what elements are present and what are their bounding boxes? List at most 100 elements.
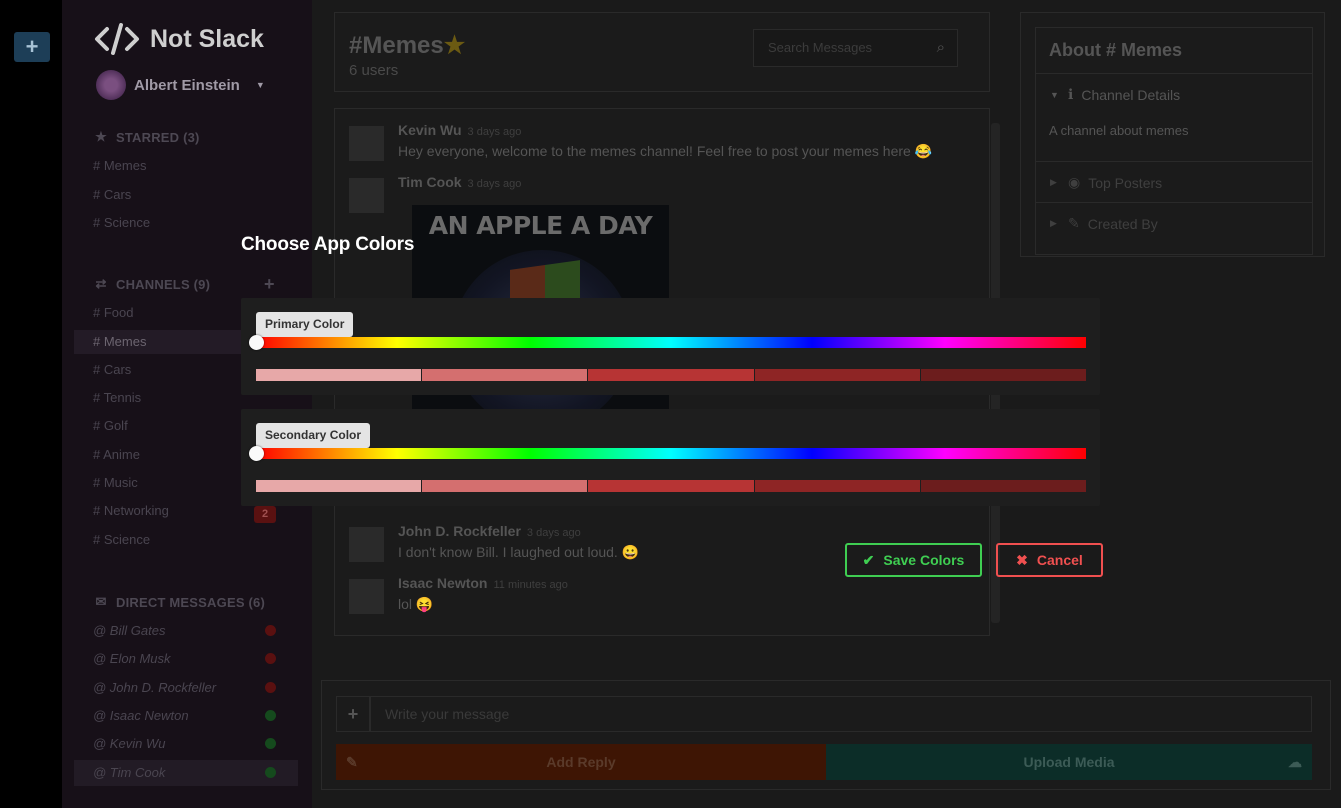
- avatar: [349, 178, 384, 213]
- envelope-icon: ✉: [95, 594, 107, 609]
- secondary-hue-handle[interactable]: [249, 446, 264, 461]
- shade-swatch[interactable]: [920, 480, 1087, 492]
- channel-item-anime[interactable]: # Anime: [93, 447, 140, 462]
- exchange-icon: ⇄: [95, 276, 107, 291]
- caret-down-icon: ▼: [1050, 89, 1059, 100]
- shade-swatch[interactable]: [588, 369, 755, 381]
- message-text: Hey everyone, welcome to the memes chann…: [398, 143, 933, 159]
- workspace-rail: +: [0, 0, 62, 808]
- starred-item-cars[interactable]: # Cars: [93, 187, 131, 202]
- edit-icon: ✎: [346, 754, 358, 770]
- status-offline-icon: [265, 625, 276, 636]
- channel-title: #Memes★: [349, 32, 466, 59]
- status-online-icon: [265, 710, 276, 721]
- channel-item-golf[interactable]: # Golf: [93, 418, 128, 433]
- message-author[interactable]: Kevin Wu: [398, 122, 462, 138]
- add-channel-icon[interactable]: +: [264, 274, 275, 295]
- search-input[interactable]: Search Messages ⌕: [753, 29, 958, 67]
- upload-media-button[interactable]: Upload Media ☁: [826, 744, 1312, 780]
- shade-swatch[interactable]: [754, 369, 921, 381]
- message-author[interactable]: John D. Rockfeller: [398, 523, 521, 539]
- channels-header: ⇄ CHANNELS (9) +: [95, 273, 275, 295]
- add-reply-button[interactable]: ✎ Add Reply: [336, 744, 826, 780]
- pencil-icon: ✎: [1068, 215, 1080, 231]
- shade-swatch[interactable]: [256, 480, 423, 492]
- avatar: [96, 70, 126, 100]
- avatar: [349, 527, 384, 562]
- caret-right-icon: ▶: [1050, 218, 1057, 228]
- secondary-color-label: Secondary Color: [256, 423, 371, 453]
- dm-item[interactable]: @ Kevin Wu: [93, 736, 165, 751]
- channel-item-science[interactable]: # Science: [93, 532, 150, 547]
- code-icon: [95, 23, 139, 55]
- secondary-shade-swatches: [256, 480, 1087, 492]
- primary-hue-handle[interactable]: [249, 335, 264, 350]
- message-time: 3 days ago: [526, 527, 581, 539]
- top-posters-toggle[interactable]: ▶ ◉ Top Posters: [1050, 174, 1162, 191]
- save-colors-button[interactable]: ✔ Save Colors: [845, 543, 982, 577]
- close-icon: ✖: [1016, 551, 1028, 568]
- shade-swatch[interactable]: [754, 480, 921, 492]
- status-online-icon: [265, 767, 276, 778]
- message-text: I don't know Bill. I laughed out loud. 😀: [398, 544, 640, 560]
- message-time: 11 minutes ago: [493, 579, 568, 591]
- channel-item-networking[interactable]: # Networking: [93, 503, 169, 518]
- dm-item[interactable]: @ Isaac Newton: [93, 708, 189, 723]
- main-area: #Memes★ 6 users Search Messages ⌕ Kevin …: [312, 0, 1341, 808]
- cancel-button[interactable]: ✖ Cancel: [996, 543, 1103, 577]
- message-time: 3 days ago: [467, 178, 522, 190]
- shade-swatch[interactable]: [920, 369, 1087, 381]
- avatar: [349, 126, 384, 161]
- status-offline-icon: [265, 682, 276, 693]
- user-circle-icon: ◉: [1068, 174, 1081, 190]
- channel-item-food[interactable]: # Food: [93, 305, 133, 320]
- about-panel: About # Memes ▼ ℹ Channel Details A chan…: [1020, 12, 1325, 257]
- user-menu[interactable]: Albert Einstein ▼: [96, 70, 265, 100]
- channel-details-toggle[interactable]: ▼ ℹ Channel Details: [1050, 86, 1180, 103]
- sidebar: Not Slack Albert Einstein ▼ ★ STARRED (3…: [62, 0, 312, 808]
- message-text: lol 😝: [398, 596, 434, 612]
- caret-right-icon: ▶: [1050, 177, 1057, 187]
- app-name: Not Slack: [150, 24, 264, 53]
- primary-hue-slider[interactable]: [256, 337, 1086, 348]
- info-icon: ℹ: [1068, 86, 1074, 102]
- message-compose: + Write your message ✎ Add Reply Upload …: [321, 680, 1331, 790]
- dm-item[interactable]: @ Elon Musk: [93, 651, 171, 666]
- add-workspace-button[interactable]: +: [14, 32, 50, 62]
- app-brand: Not Slack: [94, 22, 264, 56]
- shade-swatch[interactable]: [422, 369, 589, 381]
- message-time: 3 days ago: [467, 126, 522, 138]
- search-icon[interactable]: ⌕: [937, 30, 945, 66]
- shade-swatch[interactable]: [588, 480, 755, 492]
- dm-item[interactable]: @ Bill Gates: [93, 623, 165, 638]
- check-icon: ✔: [862, 551, 875, 568]
- message-author[interactable]: Tim Cook: [398, 174, 462, 190]
- primary-shade-swatches: [256, 369, 1087, 381]
- message-input[interactable]: Write your message: [370, 696, 1312, 732]
- channel-item-tennis[interactable]: # Tennis: [93, 390, 141, 405]
- meme-caption: AN APPLE A DAY: [428, 211, 653, 240]
- channel-item-music[interactable]: # Music: [93, 475, 138, 490]
- attach-button[interactable]: +: [336, 696, 370, 732]
- channel-description: A channel about memes: [1049, 123, 1189, 138]
- star-icon: ★: [95, 129, 107, 144]
- status-online-icon: [265, 738, 276, 749]
- dm-item[interactable]: @ John D. Rockfeller: [93, 680, 216, 695]
- shade-swatch[interactable]: [422, 480, 589, 492]
- created-by-toggle[interactable]: ▶ ✎ Created By: [1050, 215, 1158, 232]
- cloud-upload-icon: ☁: [1288, 754, 1302, 770]
- modal-title: Choose App Colors: [241, 234, 415, 255]
- channel-item-memes[interactable]: # Memes: [74, 330, 242, 354]
- primary-color-label: Primary Color: [256, 312, 354, 342]
- dm-item[interactable]: @ Tim Cook: [93, 765, 165, 780]
- message-author[interactable]: Isaac Newton: [398, 575, 487, 591]
- shade-swatch[interactable]: [256, 369, 423, 381]
- starred-item-science[interactable]: # Science: [93, 215, 150, 230]
- starred-item-memes[interactable]: # Memes: [93, 158, 146, 173]
- star-icon[interactable]: ★: [444, 32, 466, 59]
- secondary-hue-slider[interactable]: [256, 448, 1086, 459]
- starred-header: ★ STARRED (3): [95, 129, 200, 145]
- channel-item-cars[interactable]: # Cars: [93, 362, 131, 377]
- secondary-color-picker: Secondary Color: [241, 409, 1100, 506]
- primary-color-picker: Primary Color: [241, 298, 1100, 395]
